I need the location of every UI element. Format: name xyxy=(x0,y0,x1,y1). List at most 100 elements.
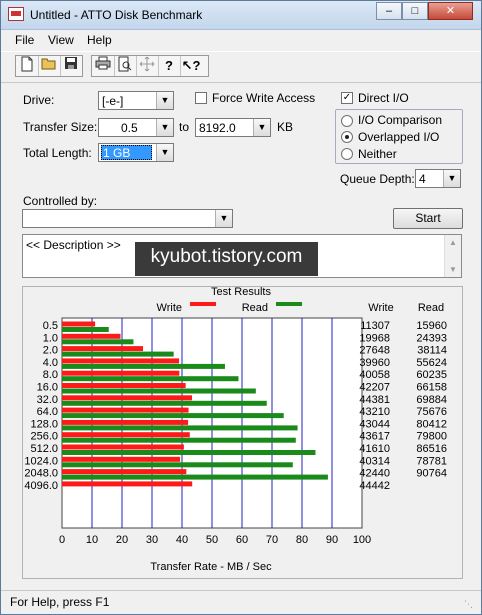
chevron-down-icon[interactable]: ▼ xyxy=(253,119,270,136)
write-bar xyxy=(62,419,189,425)
toolbar: ? ↖? xyxy=(1,51,481,83)
scroll-down-icon[interactable]: ▼ xyxy=(449,265,457,274)
context-help-icon[interactable]: ↖? xyxy=(180,56,202,76)
chevron-down-icon[interactable]: ▼ xyxy=(156,144,173,161)
x-tick-label: 90 xyxy=(326,534,338,546)
read-value: 79800 xyxy=(416,431,447,443)
queue-depth-label: Queue Depth: xyxy=(340,172,415,186)
title-bar[interactable]: Untitled - ATTO Disk Benchmark – □ ✕ xyxy=(1,1,481,30)
read-value: 78781 xyxy=(416,455,447,467)
total-length-label: Total Length: xyxy=(23,146,92,160)
menu-file[interactable]: File xyxy=(15,33,34,47)
atto-app-icon xyxy=(8,7,24,21)
overlapped-io-label: Overlapped I/O xyxy=(358,130,440,144)
read-value: 38114 xyxy=(417,345,447,357)
read-value: 90764 xyxy=(416,468,447,480)
write-bar xyxy=(62,370,180,376)
write-value: 27648 xyxy=(359,345,390,357)
chevron-down-icon[interactable]: ▼ xyxy=(156,92,173,109)
drive-select[interactable]: [-e-] ▼ xyxy=(98,91,174,110)
file-toolbar-group xyxy=(15,55,83,77)
x-tick-label: 20 xyxy=(116,534,128,546)
x-tick-label: 10 xyxy=(86,534,98,546)
read-bar xyxy=(62,450,316,455)
category-label: 4096.0 xyxy=(24,480,58,492)
read-value: 15960 xyxy=(416,320,447,332)
x-tick-label: 0 xyxy=(59,534,65,546)
read-value: 60235 xyxy=(416,369,447,381)
force-write-label: Force Write Access xyxy=(212,91,316,105)
write-bar xyxy=(62,469,187,475)
open-folder-icon[interactable] xyxy=(38,56,61,76)
print-icon[interactable] xyxy=(92,56,115,76)
force-write-checkbox[interactable] xyxy=(195,92,207,104)
category-label: 8.0 xyxy=(43,369,58,381)
write-value: 40058 xyxy=(359,369,390,381)
queue-depth-select[interactable]: 4 ▼ xyxy=(415,169,461,188)
write-bar xyxy=(62,321,96,327)
x-tick-label: 100 xyxy=(353,534,371,546)
help-icon[interactable]: ? xyxy=(158,56,181,76)
total-length-select[interactable]: 1 GB ▼ xyxy=(98,143,174,162)
chevron-down-icon[interactable]: ▼ xyxy=(156,119,173,136)
write-value: 11307 xyxy=(360,320,390,332)
chart-title: Test Results xyxy=(211,287,271,298)
read-bar xyxy=(62,437,296,443)
write-value: 19968 xyxy=(359,332,390,344)
menu-help[interactable]: Help xyxy=(87,33,112,47)
close-button[interactable]: ✕ xyxy=(428,2,473,20)
move-icon[interactable] xyxy=(136,56,159,76)
menu-bar: File View Help xyxy=(1,30,481,50)
menu-view[interactable]: View xyxy=(48,33,74,47)
write-value: 42207 xyxy=(359,382,390,394)
new-file-icon[interactable] xyxy=(16,56,39,76)
write-bar xyxy=(62,346,143,352)
watermark-overlay: kyubot.tistory.com xyxy=(135,242,318,276)
write-bar xyxy=(62,383,186,388)
to-label: to xyxy=(179,120,190,134)
write-value: 44381 xyxy=(359,394,390,406)
x-tick-label: 70 xyxy=(266,534,278,546)
read-bar xyxy=(62,425,298,431)
read-bar xyxy=(62,339,134,345)
transfer-size-label: Transfer Size: xyxy=(23,120,98,134)
read-value: 75676 xyxy=(416,406,447,418)
save-icon[interactable] xyxy=(60,56,82,76)
read-bar xyxy=(62,327,109,332)
read-value: 24393 xyxy=(416,332,447,344)
chevron-down-icon[interactable]: ▼ xyxy=(443,170,460,187)
start-button[interactable]: Start xyxy=(393,208,463,229)
kb-unit-label: KB xyxy=(277,120,294,134)
print-preview-icon[interactable] xyxy=(114,56,137,76)
drive-label: Drive: xyxy=(23,93,55,107)
category-label: 32.0 xyxy=(37,394,58,406)
write-value: 43210 xyxy=(359,406,390,418)
chevron-down-icon[interactable]: ▼ xyxy=(215,210,232,227)
read-bar xyxy=(62,400,267,406)
neither-radio[interactable] xyxy=(341,148,353,160)
category-label: 64.0 xyxy=(37,406,58,418)
total-length-value: 1 GB xyxy=(101,145,152,160)
write-value: 43617 xyxy=(359,431,390,443)
transfer-size-to-select[interactable]: 8192.0 ▼ xyxy=(195,118,271,137)
transfer-size-from-select[interactable]: 0.5 ▼ xyxy=(98,118,174,137)
write-value: 40314 xyxy=(359,455,390,467)
read-bar xyxy=(62,388,256,394)
category-label: 16.0 xyxy=(37,382,58,394)
overlapped-io-radio[interactable] xyxy=(341,131,353,143)
read-legend-swatch xyxy=(276,302,302,306)
read-bar xyxy=(62,363,225,369)
maximize-button[interactable]: □ xyxy=(402,2,428,20)
resize-grip-icon[interactable]: ⋱ xyxy=(464,599,473,610)
minimize-button[interactable]: – xyxy=(376,2,402,20)
write-legend-label: Write xyxy=(157,302,182,314)
write-value: 42440 xyxy=(359,468,390,480)
direct-io-checkbox[interactable]: ✓ xyxy=(341,92,353,104)
scroll-up-icon[interactable]: ▲ xyxy=(449,238,457,247)
category-label: 1024.0 xyxy=(24,455,58,467)
description-scrollbar[interactable]: ▲ ▼ xyxy=(444,235,461,277)
neither-label: Neither xyxy=(358,147,397,161)
transfer-from-value: 0.5 xyxy=(121,121,138,135)
controlled-by-select[interactable]: ▼ xyxy=(22,209,233,228)
io-comparison-radio[interactable] xyxy=(341,115,353,127)
